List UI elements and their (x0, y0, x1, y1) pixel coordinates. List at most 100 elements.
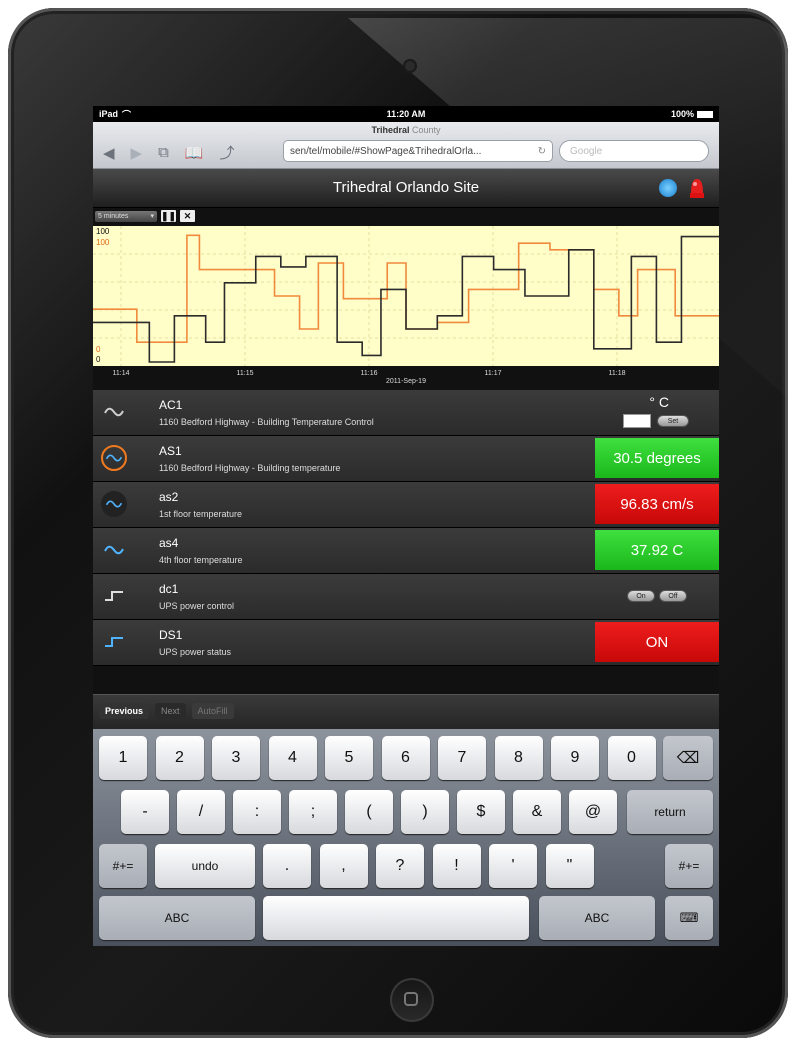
x-tick-label: 11:15 (237, 370, 254, 377)
key-punct[interactable]: ? (376, 844, 424, 888)
x-tick-label: 11:17 (485, 370, 502, 377)
key-8[interactable]: 9 (551, 736, 599, 780)
keyboard-toolbar: Previous Next AutoFill (93, 694, 719, 730)
set-button-label: Set (667, 417, 679, 425)
tag-name: DS1 (159, 628, 183, 642)
key-5[interactable]: 6 (381, 736, 430, 780)
backspace-icon: ⌫ (676, 750, 700, 767)
bookmarks-icon[interactable]: 📖 (185, 144, 204, 162)
status-badge: 96.83 cm/s (595, 484, 719, 524)
y-tick-label: 0 (96, 355, 101, 364)
key-6[interactable]: 7 (438, 736, 486, 780)
hide-keyboard-key[interactable]: ⌨ (665, 896, 713, 940)
key-1[interactable]: 2 (155, 736, 204, 780)
key-symbol[interactable]: @ (569, 790, 617, 834)
x-tick-label: 11:16 (361, 370, 378, 377)
unit-label: ° C (649, 394, 669, 410)
tag-name: AC1 (159, 398, 183, 412)
list-item[interactable]: dc1 UPS power control On Off (93, 574, 719, 620)
key-0[interactable]: 1 (99, 736, 147, 780)
refresh-icon[interactable] (659, 179, 677, 197)
analog-control-icon (101, 399, 127, 425)
set-button[interactable]: Set (657, 415, 689, 427)
next-button[interactable]: Next (155, 703, 186, 719)
key-punct[interactable]: ' (489, 844, 537, 888)
interval-select[interactable]: 5 minutes ▾ (95, 210, 157, 222)
key-punct[interactable]: . (263, 844, 311, 888)
key-9[interactable]: 0 (607, 736, 656, 780)
symbols-key[interactable]: #+= (99, 844, 147, 888)
off-button[interactable]: Off (659, 590, 687, 602)
on-button[interactable]: On (627, 590, 655, 602)
key-punct[interactable]: , (319, 844, 368, 888)
browser-title: Trihedral County (93, 125, 719, 135)
browser-toolbar: Trihedral County ◀ ▶ ⧉ 📖 ⤴ sen/tel/mobil… (93, 122, 719, 169)
interval-value: 5 minutes (98, 212, 129, 220)
list-item[interactable]: AC1 1160 Bedford Highway - Building Temp… (93, 390, 719, 436)
back-icon[interactable]: ◀ (103, 144, 115, 162)
key-symbol[interactable]: ; (289, 790, 337, 834)
key-symbol[interactable]: & (513, 790, 561, 834)
tag-name: as4 (159, 536, 179, 550)
on-button-label: On (636, 592, 646, 600)
reload-icon[interactable]: ↻ (538, 146, 546, 157)
close-icon[interactable]: ✕ (180, 210, 195, 222)
key-symbol[interactable]: $ (457, 790, 505, 834)
trend-chart: 11:14 11:15 11:16 11:17 11:18 2011-Sep-19 100 1… (93, 224, 719, 390)
browser-title-sub: County (412, 125, 441, 135)
y-tick-label: 100 (96, 238, 110, 247)
key-punct[interactable]: ! (432, 844, 481, 888)
key-punct[interactable]: " (545, 844, 594, 888)
tag-description: 1st floor temperature (159, 509, 243, 519)
keyboard-hide-icon: ⌨ (679, 910, 699, 925)
setpoint-input[interactable] (623, 414, 651, 428)
abc-key[interactable]: ABC (99, 896, 255, 940)
key-symbol[interactable]: / (177, 790, 225, 834)
previous-button[interactable]: Previous (99, 703, 150, 719)
home-button[interactable] (390, 978, 434, 1022)
key-symbol[interactable]: - (121, 790, 169, 834)
tag-description: UPS power control (159, 601, 235, 611)
key-symbol[interactable]: ) (401, 790, 449, 834)
key-symbol[interactable]: : (233, 790, 281, 834)
clock: 11:20 AM (386, 109, 426, 119)
key-3[interactable]: 4 (268, 736, 317, 780)
list-item[interactable]: AS1 1160 Bedford Highway - Building temp… (93, 436, 719, 482)
analog-status-icon (101, 537, 127, 563)
share-icon[interactable]: ⤴ (220, 142, 235, 163)
chart-toolbar: 5 minutes ▾ ❚❚ ✕ (93, 208, 719, 224)
y-tick-label: 100 (96, 227, 110, 236)
tag-description: 1160 Bedford Highway - Building temperat… (159, 463, 341, 473)
search-placeholder: Google (570, 145, 603, 157)
x-tick-label: 11:14 (113, 370, 130, 377)
screen: iPad ⌒ 11:20 AM 100% Trihedral County ◀ … (93, 106, 719, 946)
analog-status-icon (101, 491, 127, 517)
key-7[interactable]: 8 (494, 736, 543, 780)
list-item[interactable]: as2 1st floor temperature 96.83 cm/s (93, 482, 719, 528)
abc-key-right[interactable]: ABC (539, 896, 655, 940)
key-2[interactable]: 3 (212, 736, 260, 780)
space-key[interactable] (263, 896, 529, 940)
autofill-button[interactable]: AutoFill (191, 703, 234, 719)
x-axis-label: 2011-Sep-19 (386, 378, 426, 385)
tabs-icon[interactable]: ⧉ (158, 144, 169, 161)
return-key[interactable]: return (627, 790, 713, 834)
analog-alarm-icon (101, 445, 127, 471)
forward-icon[interactable]: ▶ (131, 144, 143, 162)
search-input[interactable]: Google (559, 140, 709, 162)
alarm-icon[interactable] (687, 175, 707, 199)
symbols-key-right[interactable]: #+= (665, 844, 713, 888)
browser-title-main: Trihedral (371, 125, 410, 135)
status-badge: 30.5 degrees (595, 438, 719, 478)
undo-key[interactable]: undo (155, 844, 255, 888)
key-4[interactable]: 5 (325, 736, 373, 780)
list-item[interactable]: DS1 UPS power status ON (93, 620, 719, 666)
x-tick-label: 11:18 (609, 370, 626, 377)
tag-list: AC1 1160 Bedford Highway - Building Temp… (93, 390, 719, 666)
pause-button[interactable]: ❚❚ (161, 210, 176, 222)
home-square-icon (404, 992, 418, 1006)
key-symbol[interactable]: ( (345, 790, 393, 834)
url-bar[interactable]: sen/tel/mobile/#ShowPage&TrihedralOrla..… (283, 140, 553, 162)
backspace-key[interactable]: ⌫ (663, 736, 713, 780)
list-item[interactable]: as4 4th floor temperature 37.92 C (93, 528, 719, 574)
